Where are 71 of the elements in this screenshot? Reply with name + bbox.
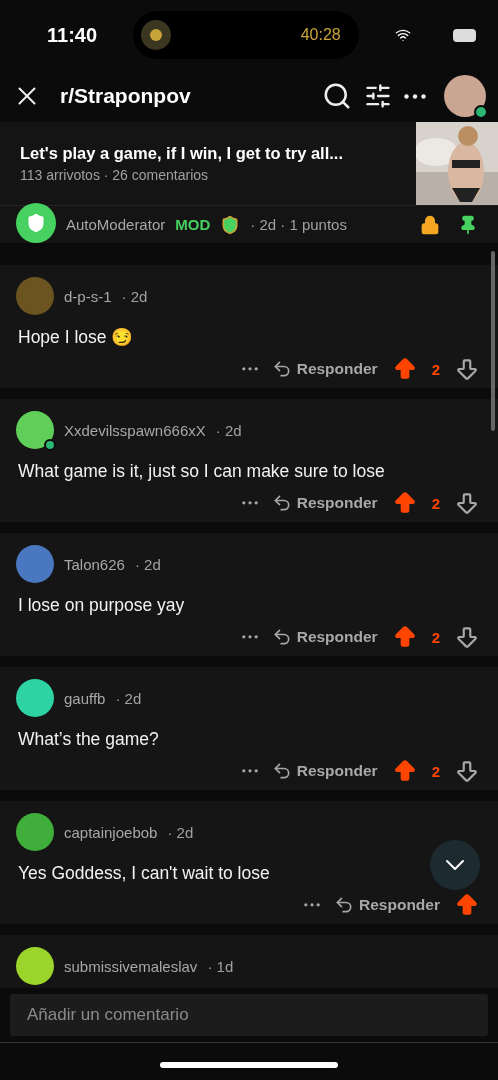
more-icon — [241, 501, 258, 505]
author-name[interactable]: d-p-s-1 — [64, 287, 112, 305]
comment-age: · 2d — [134, 555, 162, 573]
author-name[interactable]: Talon626 — [64, 555, 125, 573]
downvote-icon — [454, 624, 480, 650]
more-icon — [304, 903, 321, 907]
downvote-button[interactable] — [454, 490, 480, 516]
sliders-icon — [364, 82, 392, 110]
shield-icon — [26, 212, 46, 233]
comment-age: · 2d — [115, 689, 143, 707]
reply-button[interactable]: Responder — [271, 493, 378, 513]
author-name[interactable]: Xxdevilsspawn666xX — [64, 421, 206, 439]
vote-count: 2 — [431, 494, 440, 512]
shield-icon — [220, 214, 241, 235]
comment-age: · 1d — [207, 957, 235, 975]
online-dot — [44, 439, 56, 451]
search-button[interactable] — [322, 81, 352, 111]
downvote-icon — [454, 758, 480, 784]
reply-button[interactable]: Responder — [334, 895, 440, 915]
mod-label: MOD — [175, 216, 211, 233]
reply-button[interactable]: Responder — [271, 359, 378, 379]
more-button[interactable] — [241, 769, 258, 773]
coin-icon — [141, 20, 172, 50]
reply-icon — [271, 493, 292, 513]
more-icon — [241, 635, 258, 639]
author-name[interactable]: AutoModerator — [66, 216, 166, 233]
comment-text: Hope I lose 😏 — [18, 327, 134, 348]
downvote-icon — [454, 356, 480, 382]
reply-button[interactable]: Responder — [271, 627, 378, 647]
reply-icon — [271, 627, 292, 647]
subreddit-name[interactable]: r/Straponpov — [60, 84, 310, 108]
filter-button[interactable] — [364, 82, 392, 110]
more-button[interactable] — [241, 635, 258, 639]
profile-avatar[interactable] — [444, 75, 486, 117]
more-icon — [404, 93, 426, 99]
search-icon — [322, 81, 352, 111]
post-title[interactable]: Let's play a game, if I win, I get to try all... — [20, 144, 416, 163]
downvote-button[interactable] — [454, 356, 480, 382]
downvote-button[interactable] — [454, 758, 480, 784]
reply-icon — [271, 761, 292, 781]
author-name[interactable]: captainjoebob — [64, 823, 158, 841]
reply-button[interactable]: Responder — [271, 761, 378, 781]
comment-text: What’s the game? — [18, 729, 159, 750]
comment-text: What game is it, just so I can make sure to lose — [18, 461, 385, 482]
comment-text: Yes Goddess, I can't wait to lose — [18, 863, 270, 884]
battery-icon — [452, 28, 476, 42]
author-name[interactable]: submissivemaleslav — [64, 957, 198, 975]
downvote-icon — [454, 490, 480, 516]
timer-text: 40:28 — [300, 26, 341, 44]
more-button[interactable] — [404, 93, 426, 99]
vote-count: 2 — [431, 628, 440, 646]
vote-count: 2 — [431, 762, 440, 780]
more-button[interactable] — [241, 367, 258, 371]
comment-age: · 2d — [215, 421, 243, 439]
downvote-button[interactable] — [454, 624, 480, 650]
more-icon — [241, 769, 258, 773]
reply-icon — [271, 359, 292, 379]
vote-count: 2 — [431, 360, 440, 378]
more-button[interactable] — [241, 501, 258, 505]
author-name[interactable]: gauffb — [64, 689, 106, 707]
comment-age: · 2d — [167, 823, 195, 841]
more-button[interactable] — [304, 903, 321, 907]
comment-field[interactable]: Añadir un comentario — [10, 994, 488, 1036]
status-time: 11:40 — [47, 23, 98, 47]
post-meta: 113 arrivotos · 26 comentarios — [20, 167, 210, 183]
comment-age: · 2d — [121, 287, 149, 305]
upvote-icon — [454, 892, 480, 918]
upvote-button[interactable] — [454, 892, 480, 918]
more-icon — [241, 367, 258, 371]
comment-text: I lose on purpose yay — [18, 595, 185, 616]
comment-meta: · 2d · 1 puntos — [250, 216, 348, 233]
